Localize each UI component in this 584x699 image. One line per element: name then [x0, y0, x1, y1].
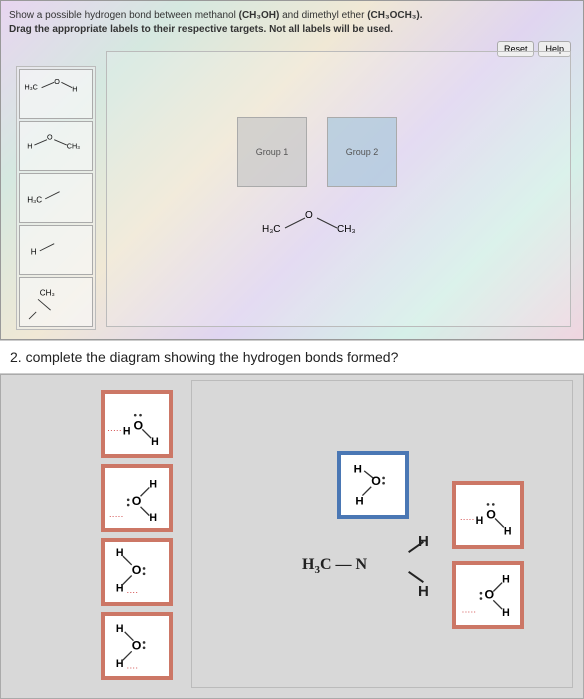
tile-water-acceptor-left[interactable]: O ·····H H: [101, 390, 173, 458]
tile-water-donor-right-down[interactable]: O H ····· H: [101, 464, 173, 532]
drop-target-right-lower[interactable]: O H ····· H: [452, 561, 524, 629]
h-atom-top: H: [418, 533, 429, 550]
svg-text:H: H: [27, 142, 32, 151]
label-tile-h[interactable]: H: [19, 225, 93, 275]
svg-text:H: H: [151, 436, 159, 448]
bond-n-h-bottom: [408, 571, 424, 583]
svg-text:CH₃: CH₃: [40, 289, 55, 298]
panel-hbond-methanol-ether: Show a possible hydrogen bond between me…: [0, 0, 584, 340]
label-tile-methanol-2[interactable]: H O CH₃: [19, 121, 93, 171]
panel1-label-palette: H₃C O H H O CH₃ H₃C H CH₃: [16, 66, 96, 330]
svg-text:H: H: [504, 525, 512, 537]
svg-text:H: H: [354, 464, 362, 476]
svg-text:O: O: [54, 77, 60, 86]
svg-text:H: H: [116, 658, 124, 670]
panel-hbond-diagram: O ·····H H O H ····· H O H: [0, 374, 584, 699]
svg-text:·····: ·····: [460, 514, 475, 524]
svg-text:H: H: [72, 84, 77, 93]
svg-text:·····: ·····: [107, 425, 122, 435]
central-molecule-dme: H₃C O CH₃: [257, 202, 377, 245]
svg-text:O: O: [484, 588, 494, 602]
svg-text:H: H: [502, 607, 510, 619]
instr-text-2: and dimethyl ether: [282, 10, 367, 21]
svg-text:O: O: [133, 418, 143, 432]
tile-water-donor-mixed[interactable]: H O H ····: [101, 612, 173, 680]
svg-text:H: H: [149, 478, 157, 490]
svg-text:H₃C: H₃C: [262, 224, 281, 235]
panel1-drop-area: Group 1 Group 2 H₃C O CH₃: [106, 51, 571, 327]
svg-text:H: H: [123, 426, 131, 438]
svg-text:H: H: [355, 495, 363, 507]
svg-text:·····: ·····: [462, 606, 477, 616]
svg-text:O: O: [132, 494, 142, 508]
panel2-drop-area: H O H O ····· H H O: [191, 380, 573, 688]
h-atom-bottom: H: [418, 583, 429, 600]
tile-water-donor-left-down[interactable]: O H H ····: [101, 538, 173, 606]
svg-text:H₃C: H₃C: [27, 196, 42, 205]
svg-text:H: H: [31, 248, 37, 257]
svg-text:O: O: [486, 508, 496, 522]
label-tile-ch3[interactable]: CH₃: [19, 277, 93, 327]
svg-text:····: ····: [126, 587, 138, 597]
svg-text:H₃C: H₃C: [25, 83, 38, 92]
drop-target-group1[interactable]: Group 1: [237, 117, 307, 187]
drop-target-group2[interactable]: Group 2: [327, 117, 397, 187]
central-molecule-methylamine: H3C — N: [302, 556, 367, 576]
panel2-label-palette: O ·····H H O H ····· H O H: [101, 390, 181, 680]
svg-text:CH₃: CH₃: [337, 224, 356, 235]
svg-text:·····: ·····: [109, 511, 124, 521]
svg-text:H: H: [116, 623, 124, 635]
drop-target-top[interactable]: H O H: [337, 451, 409, 519]
instr-line2: Drag the appropriate labels to their res…: [9, 24, 393, 35]
svg-text:O: O: [47, 133, 53, 142]
instr-text-1: Show a possible hydrogen bond between me…: [9, 10, 239, 21]
label-tile-h3c[interactable]: H₃C: [19, 173, 93, 223]
svg-text:O: O: [371, 474, 381, 488]
svg-text:H: H: [502, 574, 510, 586]
svg-text:····: ····: [126, 663, 138, 673]
svg-text:H: H: [116, 547, 124, 559]
svg-text:O: O: [132, 563, 142, 577]
svg-text:H: H: [149, 512, 157, 524]
question-2-prompt: 2. complete the diagram showing the hydr…: [0, 340, 584, 374]
svg-text:CH₃: CH₃: [67, 142, 80, 151]
drop-target-right-upper[interactable]: O ····· H H: [452, 481, 524, 549]
svg-text:O: O: [305, 210, 313, 221]
formula-dimethyl-ether: (CH₃OCH₃).: [367, 10, 422, 21]
label-tile-methanol-1[interactable]: H₃C O H: [19, 69, 93, 119]
svg-text:H: H: [476, 515, 484, 527]
formula-methanol: (CH₃OH): [239, 10, 280, 21]
svg-text:O: O: [132, 639, 142, 653]
svg-text:H: H: [116, 582, 124, 594]
instructions-block: Show a possible hydrogen bond between me…: [9, 9, 575, 37]
